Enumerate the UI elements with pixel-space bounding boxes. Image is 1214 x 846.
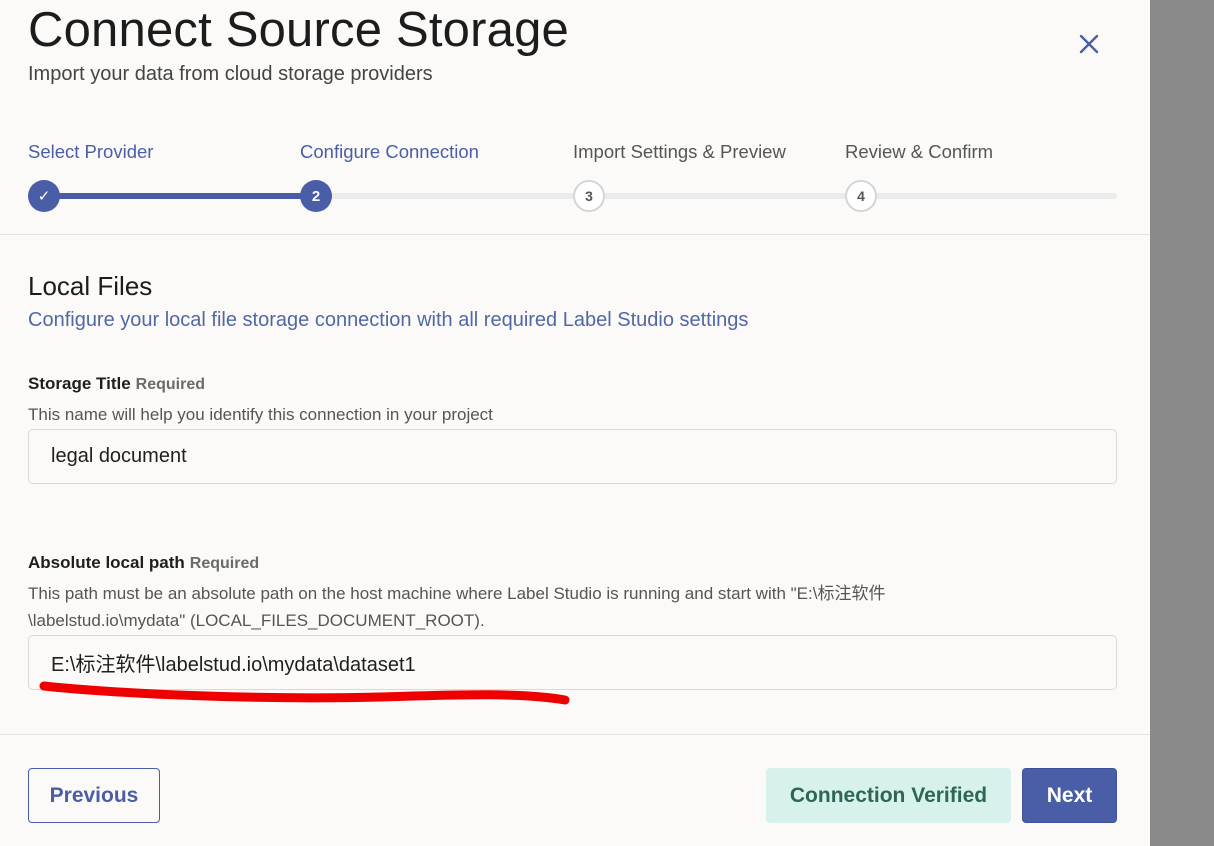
step-3-marker: 3 (573, 180, 605, 212)
storage-title-input[interactable] (28, 429, 1117, 484)
footer-divider (0, 734, 1150, 735)
local-path-help: This path must be an absolute path on th… (28, 584, 886, 630)
modal-title: Connect Source Storage (28, 3, 570, 57)
connection-verified-button[interactable]: Connection Verified (766, 768, 1011, 823)
local-path-label-text: Absolute local path (28, 553, 185, 572)
connect-storage-modal: Connect Source Storage Import your data … (0, 0, 1150, 846)
header-divider (0, 234, 1150, 235)
local-path-label: Absolute local path Required (28, 553, 259, 573)
modal-subtitle: Import your data from cloud storage prov… (28, 63, 433, 85)
close-icon (1079, 34, 1099, 54)
previous-button[interactable]: Previous (28, 768, 160, 823)
close-button[interactable] (1072, 27, 1106, 61)
storage-title-label-text: Storage Title (28, 374, 131, 393)
step-label-import-settings: Import Settings & Preview (573, 141, 786, 162)
required-tag: Required (135, 376, 205, 393)
step-4-marker: 4 (845, 180, 877, 212)
section-description: Configure your local file storage connec… (28, 309, 749, 331)
step-2-marker[interactable]: 2 (300, 180, 332, 212)
step-label-select-provider[interactable]: Select Provider (28, 141, 153, 163)
section-title: Local Files (28, 271, 153, 301)
stepper: Select Provider ✓ Configure Connection 2… (28, 140, 1118, 220)
next-button[interactable]: Next (1022, 768, 1117, 823)
step-label-review-confirm: Review & Confirm (845, 141, 994, 162)
storage-title-label: Storage Title Required (28, 374, 205, 394)
local-path-input[interactable] (28, 635, 1117, 690)
step-1-check-icon[interactable]: ✓ (28, 180, 60, 212)
storage-title-help: This name will help you identify this co… (28, 405, 493, 424)
stepper-progress (28, 193, 317, 199)
required-tag: Required (189, 555, 260, 572)
step-label-configure-connection[interactable]: Configure Connection (300, 141, 479, 163)
